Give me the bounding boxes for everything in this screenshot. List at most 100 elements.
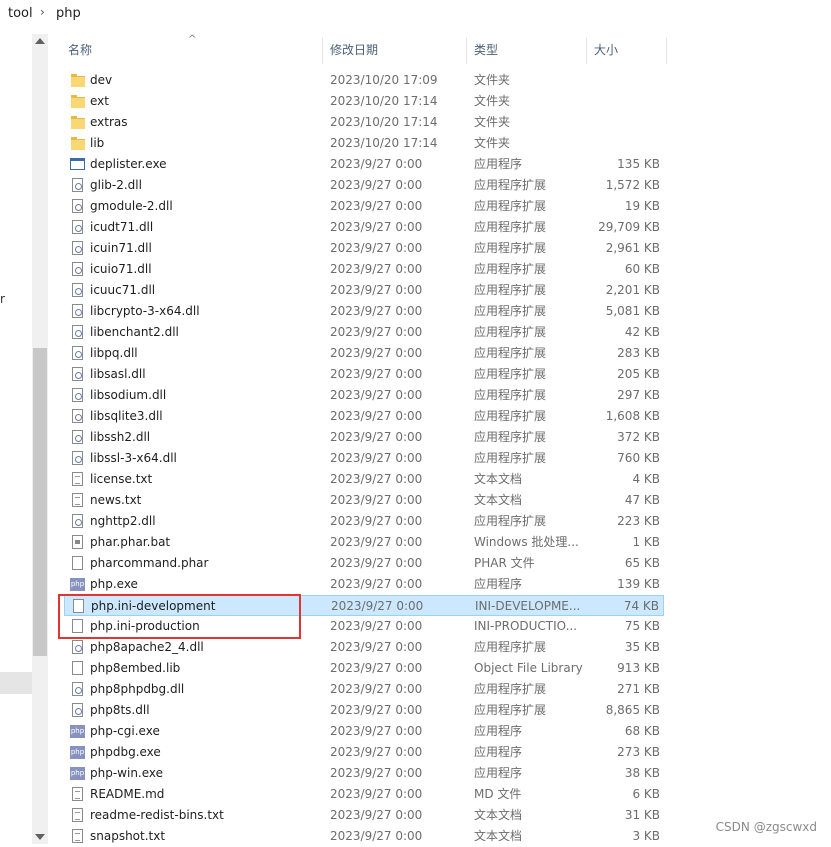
file-row[interactable]: php phpdbg.exe 2023/9/27 0:00 应用程序 273 KB	[64, 742, 664, 763]
column-divider[interactable]	[322, 38, 323, 64]
file-row[interactable]: libssl-3-x64.dll 2023/9/27 0:00 应用程序扩展 760 …	[64, 448, 664, 469]
file-name: pharcommand.phar	[90, 556, 209, 570]
file-row[interactable]: extras 2023/10/20 17:14 文件夹	[64, 112, 664, 133]
file-size: 31 KB	[624, 808, 660, 822]
file-size: 5,081 KB	[605, 304, 660, 318]
file-size: 42 KB	[624, 325, 660, 339]
file-row[interactable]: icuio71.dll 2023/9/27 0:00 应用程序扩展 60 KB	[64, 259, 664, 280]
file-size: 74 KB	[623, 599, 659, 613]
file-date: 2023/10/20 17:14	[330, 136, 438, 150]
file-icon	[70, 661, 85, 676]
file-row[interactable]: libssh2.dll 2023/9/27 0:00 应用程序扩展 372 KB	[64, 427, 664, 448]
file-row[interactable]: gmodule-2.dll 2023/9/27 0:00 应用程序扩展 19 KB	[64, 196, 664, 217]
file-name: news.txt	[90, 493, 142, 507]
file-date: 2023/9/27 0:00	[331, 599, 424, 613]
file-size: 273 KB	[617, 745, 660, 759]
breadcrumb-item-php[interactable]: php	[56, 6, 81, 21]
dll-icon	[70, 304, 85, 319]
file-row[interactable]: nghttp2.dll 2023/9/27 0:00 应用程序扩展 223 KB	[64, 511, 664, 532]
file-row[interactable]: php8embed.lib 2023/9/27 0:00 Object File L…	[64, 658, 664, 679]
file-name: ext	[90, 94, 109, 108]
file-row[interactable]: php php.exe 2023/9/27 0:00 应用程序 139 KB	[64, 574, 664, 595]
file-row[interactable]: libsodium.dll 2023/9/27 0:00 应用程序扩展 297 KB	[64, 385, 664, 406]
dll-icon	[70, 409, 85, 424]
file-size: 19 KB	[624, 199, 660, 213]
scroll-up-icon[interactable]	[35, 38, 45, 44]
file-size: 760 KB	[617, 451, 660, 465]
breadcrumb-item-tool[interactable]: tool	[8, 6, 33, 21]
file-row[interactable]: php8apache2_4.dll 2023/9/27 0:00 应用程序扩展 35 …	[64, 637, 664, 658]
file-row[interactable]: icuuc71.dll 2023/9/27 0:00 应用程序扩展 2,201 KB	[64, 280, 664, 301]
file-row[interactable]: icudt71.dll 2023/9/27 0:00 应用程序扩展 29,709 KB	[64, 217, 664, 238]
file-row[interactable]: libenchant2.dll 2023/9/27 0:00 应用程序扩展 42 KB	[64, 322, 664, 343]
chevron-right-icon[interactable]: ›	[40, 5, 45, 19]
file-row[interactable]: README.md 2023/9/27 0:00 MD 文件 6 KB	[64, 784, 664, 805]
dll-icon	[70, 325, 85, 340]
file-row[interactable]: readme-redist-bins.txt 2023/9/27 0:00 文本文档…	[64, 805, 664, 826]
folder-icon	[70, 136, 85, 151]
nav-selected-item[interactable]	[0, 672, 32, 694]
file-row[interactable]: libpq.dll 2023/9/27 0:00 应用程序扩展 283 KB	[64, 343, 664, 364]
file-row[interactable]: glib-2.dll 2023/9/27 0:00 应用程序扩展 1,572 KB	[64, 175, 664, 196]
watermark: CSDN @zgscwxd	[715, 820, 817, 834]
file-row[interactable]: pharcommand.phar 2023/9/27 0:00 PHAR 文件 65 …	[64, 553, 664, 574]
dll-icon	[70, 640, 85, 655]
column-divider[interactable]	[466, 38, 467, 64]
vertical-scrollbar[interactable]	[32, 34, 48, 844]
file-name: nghttp2.dll	[90, 514, 156, 528]
sort-ascending-icon: ^	[188, 34, 197, 45]
file-row[interactable]: deplister.exe 2023/9/27 0:00 应用程序 135 KB	[64, 154, 664, 175]
file-row[interactable]: phar.phar.bat 2023/9/27 0:00 Windows 批处理..…	[64, 532, 664, 553]
file-size: 75 KB	[624, 619, 660, 633]
file-size: 2,961 KB	[605, 241, 660, 255]
file-size: 223 KB	[617, 514, 660, 528]
file-row[interactable]: lib 2023/10/20 17:14 文件夹	[64, 133, 664, 154]
file-row[interactable]: php8ts.dll 2023/9/27 0:00 应用程序扩展 8,865 KB	[64, 700, 664, 721]
file-date: 2023/9/27 0:00	[330, 388, 423, 402]
folder-icon	[70, 73, 85, 88]
file-row[interactable]: libsasl.dll 2023/9/27 0:00 应用程序扩展 205 KB	[64, 364, 664, 385]
file-row[interactable]: php8phpdbg.dll 2023/9/27 0:00 应用程序扩展 271 KB	[64, 679, 664, 700]
file-name: glib-2.dll	[90, 178, 142, 192]
file-date: 2023/10/20 17:09	[330, 73, 438, 87]
file-type: 应用程序扩展	[474, 304, 547, 318]
file-row[interactable]: php php-cgi.exe 2023/9/27 0:00 应用程序 68 KB	[64, 721, 664, 742]
scrollbar-thumb[interactable]	[33, 348, 47, 656]
file-row[interactable]: libsqlite3.dll 2023/9/27 0:00 应用程序扩展 1,608 …	[64, 406, 664, 427]
file-size: 8,865 KB	[605, 703, 660, 717]
file-date: 2023/9/27 0:00	[330, 619, 423, 633]
file-name: license.txt	[90, 472, 153, 486]
file-name: php.exe	[90, 577, 138, 591]
file-date: 2023/9/27 0:00	[330, 787, 423, 801]
file-name: libsasl.dll	[90, 367, 146, 381]
file-date: 2023/9/27 0:00	[330, 325, 423, 339]
file-type: 应用程序扩展	[474, 346, 547, 360]
file-name: php-win.exe	[90, 766, 164, 780]
file-size: 372 KB	[617, 430, 660, 444]
nav-item-fragment[interactable]: r	[0, 292, 5, 306]
file-row[interactable]: news.txt 2023/9/27 0:00 文本文档 47 KB	[64, 490, 664, 511]
file-type: 应用程序扩展	[474, 640, 547, 654]
file-size: 47 KB	[624, 493, 660, 507]
file-row[interactable]: license.txt 2023/9/27 0:00 文本文档 4 KB	[64, 469, 664, 490]
file-row[interactable]: icuin71.dll 2023/9/27 0:00 应用程序扩展 2,961 KB	[64, 238, 664, 259]
file-row[interactable]: dev 2023/10/20 17:09 文件夹	[64, 70, 664, 91]
file-row[interactable]: ext 2023/10/20 17:14 文件夹	[64, 91, 664, 112]
column-type[interactable]: 类型	[474, 36, 498, 64]
dll-icon	[70, 178, 85, 193]
column-divider[interactable]	[586, 38, 587, 64]
file-type: 应用程序	[474, 745, 523, 759]
php-icon: php	[70, 745, 85, 760]
scroll-down-icon[interactable]	[35, 834, 45, 840]
column-name[interactable]: 名称	[68, 36, 92, 64]
dll-icon	[70, 514, 85, 529]
column-divider[interactable]	[666, 38, 667, 64]
file-date: 2023/9/27 0:00	[330, 451, 423, 465]
column-date[interactable]: 修改日期	[330, 36, 378, 64]
file-row[interactable]: php php-win.exe 2023/9/27 0:00 应用程序 38 KB	[64, 763, 664, 784]
file-size: 4 KB	[632, 472, 660, 486]
column-size[interactable]: 大小	[594, 36, 618, 64]
file-name: libssh2.dll	[90, 430, 151, 444]
file-row[interactable]: libcrypto-3-x64.dll 2023/9/27 0:00 应用程序扩展 5…	[64, 301, 664, 322]
file-type: 应用程序扩展	[474, 178, 547, 192]
